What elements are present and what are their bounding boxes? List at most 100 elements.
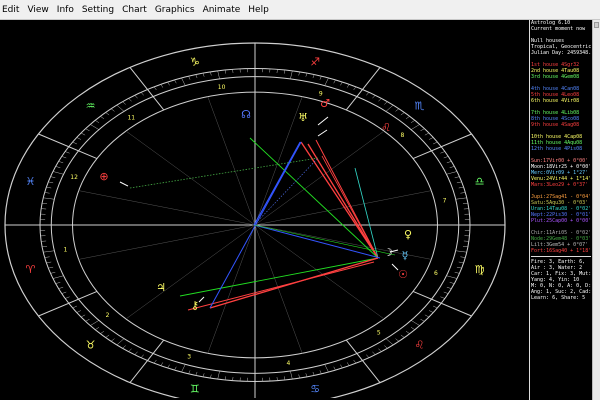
chiron-icon: ⚷ [191, 299, 199, 312]
planet-marker [198, 296, 205, 303]
degree-tick [122, 101, 126, 105]
info-system-line: Julian Day: 2459348.43 [531, 50, 591, 56]
degree-tick [95, 120, 100, 123]
planet-glyphs: ☊ ♅ ♂ ♌ ♀ ☿ ☉ ☽ ♃ ⚷ ⊕ [99, 97, 412, 312]
degree-tick [372, 95, 376, 99]
degree-tick [460, 256, 466, 258]
degree-tick [432, 305, 438, 309]
degree-tick [346, 362, 350, 366]
moon-icon: ☽ [383, 246, 393, 259]
house-cusp-line [254, 96, 303, 226]
degree-tick [61, 156, 67, 159]
menu-help[interactable]: Help [244, 5, 273, 15]
degree-tick [55, 282, 61, 284]
info-panel: Astrolog 6.10 Current moment now Null hous… [531, 20, 591, 398]
degree-tick [153, 86, 157, 91]
house-cusps [5, 43, 505, 398]
vertical-scrollbar[interactable] [592, 20, 600, 400]
degree-tick [128, 348, 132, 352]
planet-position-row: Fort:16Sag40 + 1°18' [531, 248, 591, 254]
degree-tick [405, 330, 410, 334]
degree-tick [105, 112, 110, 116]
degree-tick [319, 76, 322, 80]
planet-label: Mars: [531, 182, 547, 188]
degree-tick [160, 84, 164, 88]
house-number: 1 [64, 246, 68, 253]
sign-cusp-line [129, 339, 165, 383]
degree-tick [454, 271, 460, 274]
degree-tick [454, 176, 460, 179]
degree-tick [80, 132, 86, 136]
degree-tick [90, 320, 100, 326]
degree-tick [210, 71, 212, 76]
degree-tick [455, 250, 467, 253]
degree-tick [58, 161, 64, 164]
degree-tick [72, 141, 78, 145]
sign-cusp-line [38, 290, 98, 317]
aspect-line [354, 167, 379, 259]
degree-tick [43, 197, 55, 200]
degree-tick [276, 69, 278, 73]
jupiter-icon: ♃ [156, 281, 166, 294]
menu-edit[interactable]: Edit [0, 5, 23, 15]
menu-animate[interactable]: Animate [199, 5, 245, 15]
degree-tick [283, 376, 286, 381]
degree-tick [456, 266, 462, 269]
planet-marker [391, 263, 399, 271]
house-label: 12th house [531, 146, 562, 152]
degree-tick [174, 366, 177, 371]
chart-wheel[interactable]: ♈ ♉ ♊ ♋ ♌ ♍ ♎ ♏ ♐ ♑ ♒ ♓ 1 2 3 4 5 6 7 8 9 10 11 12 ☊ ♅ ♂ ♌ ♀ ☿ ☉ ☽ ♃ ⚷ ⊕ [0, 20, 530, 398]
gemini-icon: ♊ [190, 382, 200, 395]
degree-tick [405, 116, 410, 120]
menu-graphics[interactable]: Graphics [151, 5, 199, 15]
aspect-line [253, 141, 301, 226]
venus-icon: ♀ [404, 228, 412, 241]
planet-label: Plut: [531, 218, 547, 224]
degree-tick [283, 69, 286, 74]
house-label: 9th house [531, 122, 559, 128]
menu-bar: Edit View Info Setting Chart Graphics Animate H… [0, 0, 600, 20]
degree-tick [65, 151, 70, 154]
degree-tick [420, 318, 425, 322]
degree-tick [116, 104, 125, 112]
planet-position-row: Mars:3Leo29 + 0°37' [531, 182, 591, 188]
degree-tick [95, 327, 100, 330]
degree-tick [52, 275, 64, 279]
degree-tick [305, 373, 308, 377]
planet-value: 16Sag40 + 1°18' [546, 248, 591, 254]
menu-view[interactable]: View [23, 5, 52, 15]
degree-tick [105, 334, 110, 338]
menu-setting[interactable]: Setting [78, 5, 118, 15]
menu-info[interactable]: Info [53, 5, 78, 15]
degree-tick [446, 286, 452, 289]
aries-icon: ♈ [25, 263, 35, 276]
degree-tick [217, 371, 220, 380]
degree-tick [290, 371, 293, 380]
menu-chart[interactable]: Chart [118, 5, 151, 15]
house-number: 12 [70, 174, 78, 181]
degree-tick [110, 108, 115, 112]
house-cusp-line [254, 130, 385, 226]
house-value: 4Sag08 [561, 122, 580, 128]
degree-tick [217, 70, 220, 79]
house-cusp-line [254, 224, 303, 354]
house-cusp-line [254, 190, 432, 226]
degree-tick [400, 334, 405, 338]
degree-tick [188, 76, 191, 80]
degree-tick [446, 171, 458, 175]
degree-tick [446, 161, 452, 164]
degree-tick [140, 92, 144, 96]
degree-tick [55, 166, 61, 168]
degree-tick [462, 202, 468, 204]
cancer-icon: ♋ [310, 382, 320, 395]
sign-cusp-line [38, 133, 98, 160]
degree-tick [324, 364, 329, 373]
degree-tick [378, 98, 382, 102]
degree-tick [424, 132, 430, 136]
info-header-line: Current moment now [531, 26, 586, 32]
mars-icon: ♂ [320, 97, 330, 110]
taurus-icon: ♉ [86, 339, 96, 352]
planet-position-row: Plut:25Cap00 + 0°00' [531, 218, 591, 224]
degree-tick [449, 166, 455, 168]
scroll-thumb[interactable] [594, 22, 599, 28]
